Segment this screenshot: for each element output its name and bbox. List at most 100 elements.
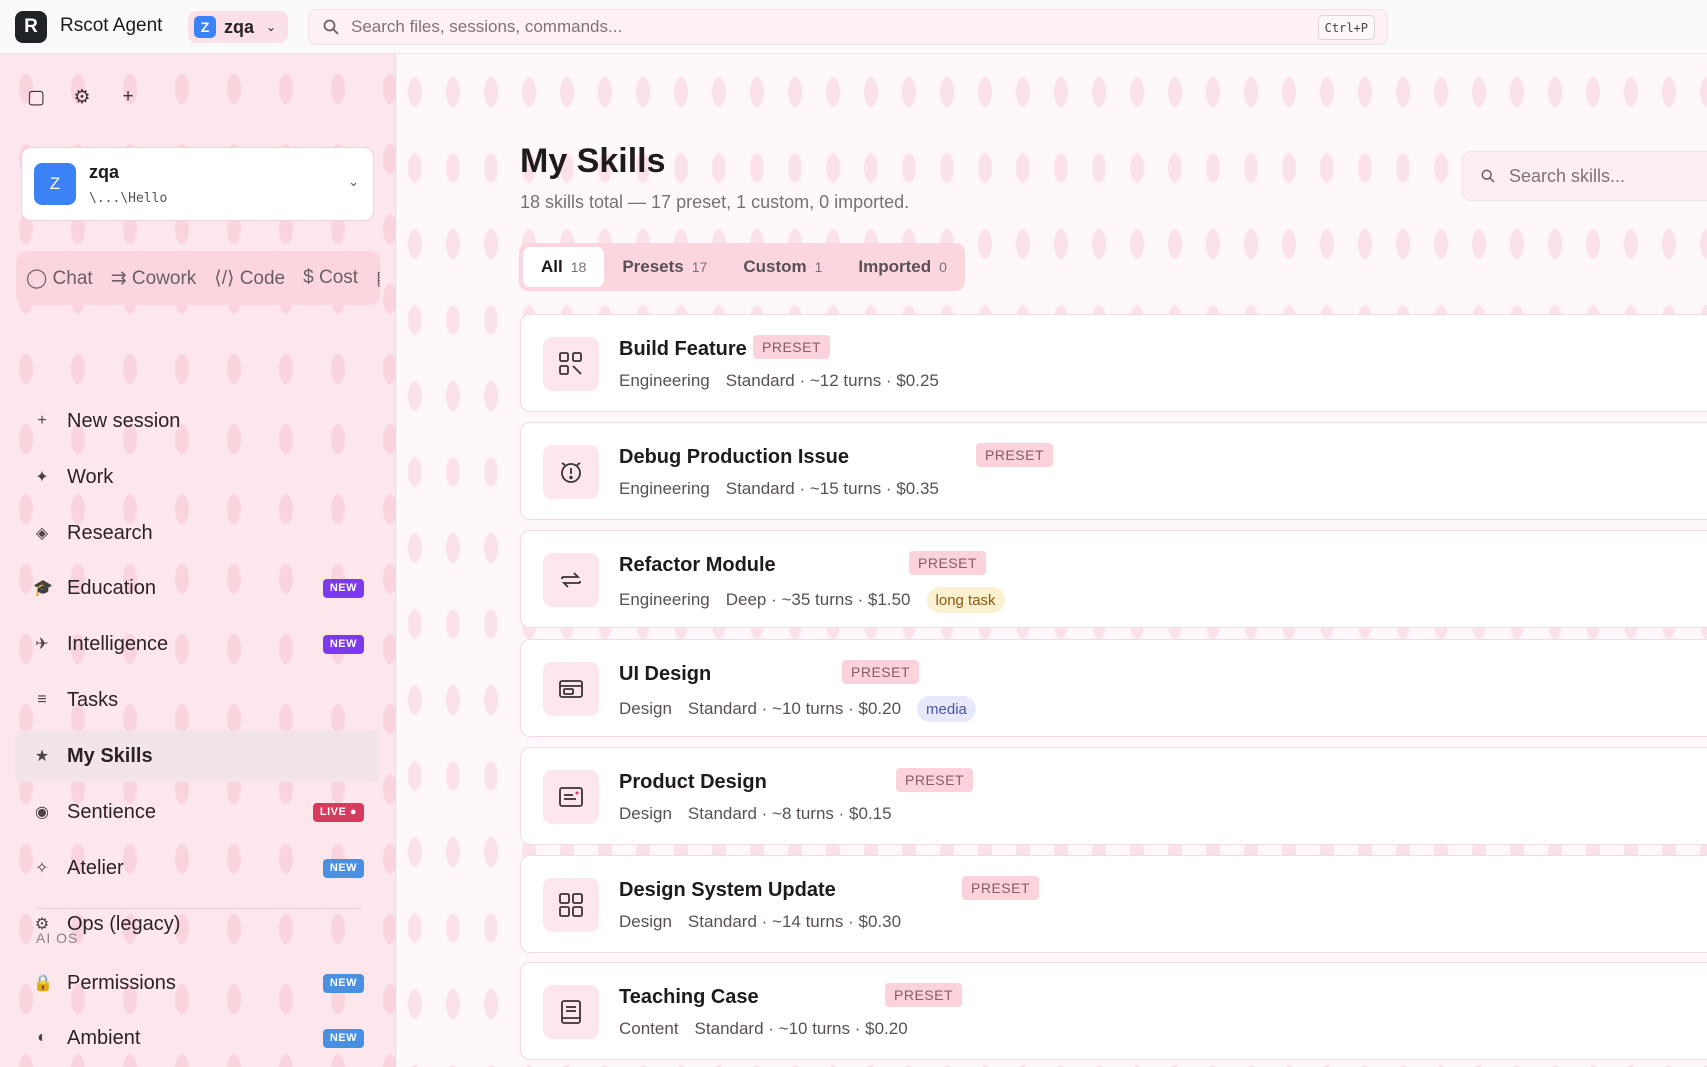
skill-card[interactable]: UI Design PRESET Design Standard · ~10 t… [520,639,1707,737]
tab-label: Imported [858,257,932,276]
new-badge: NEW [322,973,364,993]
tab-presets[interactable]: Presets 17 [604,247,725,287]
workspace-card-name: zqa [89,162,120,182]
sidebar-item-label: Atelier [67,856,124,879]
skill-meta: Engineering Standard · ~12 turns · $0.25 [619,371,939,391]
skill-title: Teaching Case [619,986,759,1008]
skill-card[interactable]: Product Design PRESET Design Standard · … [520,747,1707,845]
skill-title: Product Design [619,771,767,793]
skill-title: UI Design [619,663,712,685]
skill-category: Design [619,912,672,931]
plus-icon: + [37,412,47,429]
skill-card[interactable]: Design System Update PRESET Design Stand… [520,855,1707,953]
grid-icon: ▦ [376,268,380,289]
sidebar-item-label: Ops (legacy) [67,912,181,935]
preset-badge: PRESET [909,551,987,575]
skill-card[interactable]: Debug Production Issue PRESET Engineerin… [520,422,1707,520]
mode-code[interactable]: ⟨/⟩ Code [214,267,285,290]
tab-all[interactable]: All 18 [523,247,605,287]
sidebar-item-label: Work [67,465,114,488]
workspace-switcher[interactable]: Z zqa ⌄ [188,11,288,43]
sidebar-item-permissions[interactable]: 🔒 Permissions NEW [15,957,380,1009]
tab-count: 0 [939,259,947,275]
book-icon [543,985,599,1039]
alarm-icon [543,445,599,499]
sidebar-item-my-skills[interactable]: ★ My Skills [15,730,380,782]
live-badge: LIVE ● [312,802,364,822]
app-logo[interactable]: R [15,11,47,43]
chevron-down-icon: ⌄ [348,174,359,189]
sidebar-item-new-session[interactable]: + New session [15,395,380,447]
sidebar-item-atelier[interactable]: ✧ Atelier NEW [15,842,380,894]
sidebar-item-label: Intelligence [67,632,169,655]
document-icon [543,770,599,824]
skill-card[interactable]: Teaching Case PRESET Content Standard · … [520,962,1707,1060]
sidebar-item-label: Research [67,521,153,544]
sidebar-item-tasks[interactable]: ≡ Tasks [15,674,380,726]
diamond-icon: ◈ [35,525,49,542]
tab-custom[interactable]: Custom 1 [725,247,840,287]
global-search-input[interactable] [351,17,1251,37]
sidebar-item-label: Permissions [67,971,176,994]
preset-badge: PRESET [962,876,1040,900]
sidebar-item-label: Ambient [67,1026,141,1049]
preset-badge: PRESET [896,768,974,792]
sidebar-item-label: Tasks [67,688,119,711]
mode-cowork-label: Cowork [131,267,197,289]
sidebar-item-ambient[interactable]: ◐ Ambient NEW [15,1012,380,1064]
settings-icon[interactable]: ⚙ [72,86,92,109]
panel-toggle-icon[interactable]: ▢ [26,86,46,109]
mode-code-label: Code [239,267,286,289]
global-search-bar[interactable]: Ctrl+P [308,9,1388,45]
tab-count: 18 [570,259,587,275]
skill-search-input[interactable] [1509,165,1707,187]
skill-meta: Design Standard · ~8 turns · $0.15 [619,804,892,824]
skill-search-bar[interactable] [1462,151,1707,201]
sidebar-item-work[interactable]: ✦ Work [15,451,380,503]
skill-details: Standard · ~10 turns · $0.20 [687,699,902,718]
skill-details: Standard · ~15 turns · $0.35 [725,479,939,498]
mode-cowork[interactable]: ⇉ Cowork [111,267,197,290]
workspace-card[interactable]: Z zqa \...\Hello ⌄ [21,147,374,221]
preset-badge: PRESET [976,443,1054,467]
skill-card[interactable]: Refactor Module PRESET Engineering Deep … [520,530,1707,628]
mode-grid[interactable]: ▦ [376,267,380,290]
grid-icon [543,878,599,932]
tab-label: Custom [743,257,807,276]
mode-chat-label: Chat [52,267,93,289]
skill-title: Debug Production Issue [619,446,850,468]
sidebar-item-education[interactable]: 🎓 Education NEW [15,562,380,614]
skill-category: Design [619,699,672,718]
top-bar: R Rscot Agent Z zqa ⌄ Ctrl+P [0,0,1707,54]
tab-imported[interactable]: Imported 0 [840,247,965,287]
search-icon [1481,169,1495,183]
skill-category: Design [619,804,672,823]
long-task-tag: long task [926,587,1005,613]
mode-cost[interactable]: $ Cost [303,267,358,289]
add-icon[interactable]: + [118,86,138,109]
sidebar-item-label: Education [67,576,156,599]
skill-meta: Engineering Standard · ~15 turns · $0.35 [619,479,939,499]
new-badge: NEW [322,578,364,598]
apps-icon [543,337,599,391]
sidebar-item-label: Sentience [67,800,156,823]
skill-card[interactable]: Build Feature PRESET Engineering Standar… [520,314,1707,412]
lock-icon: 🔒 [33,975,53,992]
workspace-card-path: \...\Hello [89,191,168,206]
skill-filter-tabs: All 18 Presets 17 Custom 1 Imported 0 [519,243,965,291]
graduation-cap-icon: 🎓 [33,580,53,597]
app-title: Rscot Agent [60,15,163,36]
chevron-down-icon: ⌄ [266,20,277,34]
chat-icon: ◯ [26,267,48,289]
sidebar-item-intelligence[interactable]: ✈ Intelligence NEW [15,618,380,670]
skill-meta: Engineering Deep · ~35 turns · $1.50 lon… [619,587,1005,613]
page-subtitle: 18 skills total — 17 preset, 1 custom, 0… [520,192,910,212]
sidebar-item-sentience[interactable]: ◉ Sentience LIVE ● [15,786,380,838]
tab-label: Presets [622,257,684,276]
sidebar-item-research[interactable]: ◈ Research [15,507,380,559]
skill-details: Deep · ~35 turns · $1.50 [725,590,911,609]
skill-title: Build Feature [619,338,747,360]
preset-badge: PRESET [842,660,920,684]
workspace-name: zqa [224,16,255,37]
mode-chat[interactable]: ◯ Chat [26,267,93,290]
